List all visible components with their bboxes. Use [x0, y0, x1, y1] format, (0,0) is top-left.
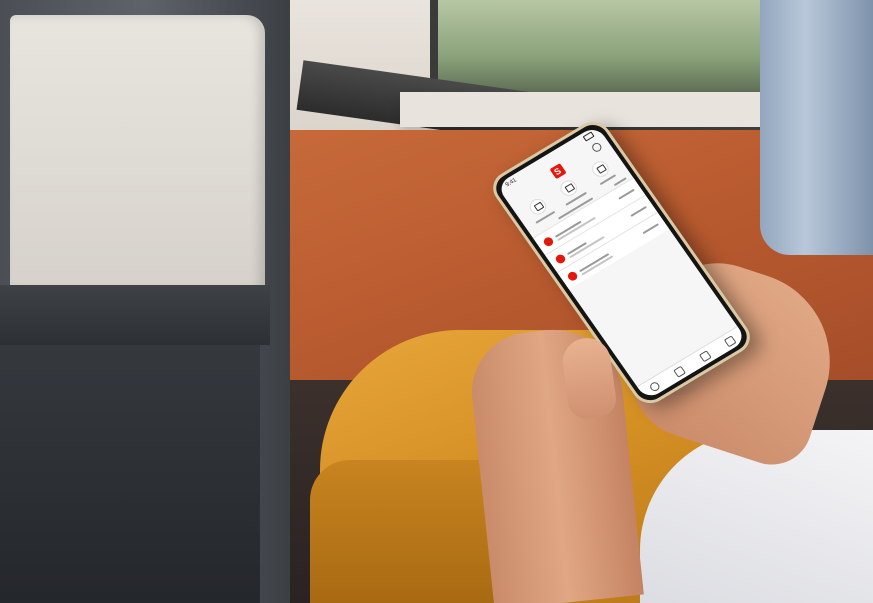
seat-back-panel: [10, 15, 265, 290]
text-placeholder: [630, 205, 647, 217]
seat-lower: [0, 345, 260, 603]
text-placeholder: [642, 223, 660, 235]
text-placeholder: [579, 253, 610, 273]
transfer-icon[interactable]: [698, 350, 712, 363]
window-curtain: [760, 0, 873, 255]
account-logo: [553, 252, 567, 265]
camera-icon: [557, 177, 581, 199]
search-icon[interactable]: [590, 141, 604, 154]
photo-scene: 9:41 S: [0, 0, 873, 603]
text-placeholder: [618, 188, 635, 200]
home-icon[interactable]: [648, 380, 662, 393]
account-logo: [565, 269, 579, 282]
more-icon: [588, 158, 612, 180]
accounts-icon[interactable]: [673, 365, 687, 378]
seat-lip: [0, 285, 270, 345]
transfer-icon: [526, 195, 550, 218]
bank-logo: S: [549, 163, 567, 180]
profile-icon[interactable]: [723, 334, 737, 348]
account-logo: [541, 235, 555, 248]
